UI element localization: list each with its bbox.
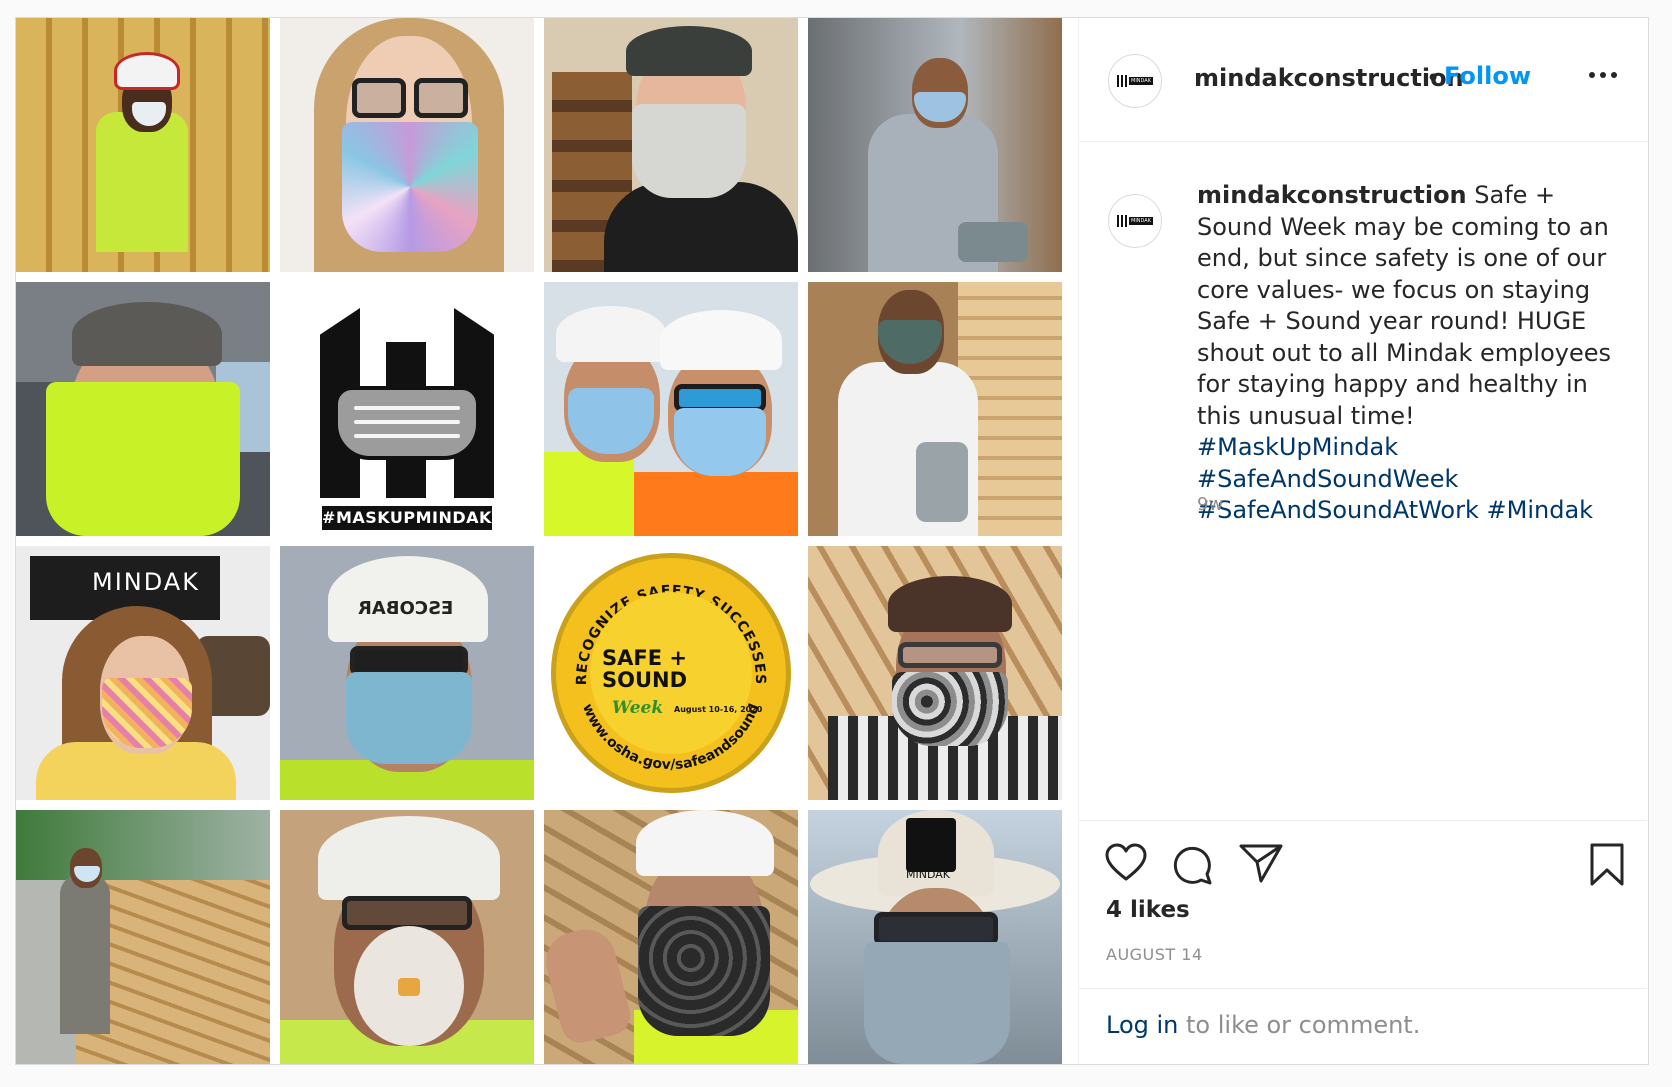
likes-count[interactable]: 4 likes: [1106, 897, 1190, 923]
photo-worker-cowboy-hat: MINDAK: [808, 810, 1062, 1064]
hashtag-link[interactable]: #MaskUpMindak: [1197, 433, 1398, 461]
photo-two-workers-hardhats: [544, 282, 798, 536]
post-image-collage[interactable]: #MASKUPMINDAK MINDAK ESCOBAR RECOGNIZE S…: [16, 18, 1078, 1064]
photo-man-cap-gaiter: [544, 18, 798, 272]
photo-worker-escobar-hardhat: ESCOBAR: [280, 546, 534, 800]
photo-worker-bandana-shaka: [544, 810, 798, 1064]
photo-worker-building-frame: [16, 810, 270, 1064]
caption-timestamp[interactable]: 9w: [1197, 494, 1223, 515]
login-link[interactable]: Log in: [1106, 1011, 1178, 1039]
hashtag-link[interactable]: #SafeAndSoundWeek: [1197, 465, 1458, 493]
photo-worker-suspenders: [808, 282, 1062, 536]
bookmark-icon[interactable]: [1589, 843, 1625, 891]
post-actions: 4 likes AUGUST 14: [1079, 820, 1647, 988]
header-username[interactable]: mindakconstruction: [1194, 64, 1464, 92]
hat-brand-text: MINDAK: [906, 868, 950, 881]
more-options-icon[interactable]: [1589, 72, 1617, 78]
caption-username[interactable]: mindakconstruction: [1197, 181, 1467, 209]
logo-face-mask: [334, 386, 480, 460]
post-date[interactable]: AUGUST 14: [1106, 945, 1203, 964]
hashtag-link[interactable]: #SafeAndSoundAtWork: [1197, 496, 1479, 524]
caption-avatar-logo-text: MINDAK: [1129, 217, 1153, 225]
hashtag-link[interactable]: #Mindak: [1487, 496, 1594, 524]
caption-section: MINDAK mindakconstruction Safe + Sound W…: [1079, 142, 1647, 820]
photo-worker-hardhat-vest: [16, 18, 270, 272]
post-header: MINDAK mindakconstruction • Follow: [1079, 18, 1648, 142]
office-sign-text: MINDAK: [92, 568, 200, 596]
photo-man-camo-gaiter: [808, 546, 1062, 800]
badge-dates: August 10-16, 2020: [674, 705, 763, 714]
post-side-panel: MINDAK mindakconstruction • Follow MINDA…: [1078, 18, 1648, 1064]
caption-text: mindakconstruction Safe + Sound Week may…: [1197, 180, 1617, 527]
badge-week: Week: [612, 698, 664, 718]
photo-man-neon-gaiter: [16, 282, 270, 536]
profile-avatar[interactable]: MINDAK: [1108, 54, 1162, 108]
caption-avatar[interactable]: MINDAK: [1108, 194, 1162, 248]
photo-woman-office-mindak-sign: MINDAK: [16, 546, 270, 800]
maskupmindak-tag: #MASKUPMINDAK: [322, 506, 492, 530]
hardhat-name-text: ESCOBAR: [358, 598, 454, 619]
comment-icon[interactable]: [1171, 843, 1213, 889]
login-prompt-text: to like or comment.: [1178, 1011, 1421, 1039]
mindak-mask-logo: #MASKUPMINDAK: [280, 282, 534, 536]
heart-icon[interactable]: [1105, 843, 1147, 887]
photo-worker-nailgun: [808, 18, 1062, 272]
caption-body: Safe + Sound Week may be coming to an en…: [1197, 181, 1611, 430]
photo-worker-n95-mask: [280, 810, 534, 1064]
login-prompt: Log in to like or comment.: [1079, 988, 1647, 1064]
follow-button[interactable]: Follow: [1444, 62, 1531, 90]
photo-woman-floral-mask: [280, 18, 534, 272]
share-icon[interactable]: [1239, 843, 1283, 887]
header-separator: •: [1426, 64, 1441, 92]
avatar-logo-text: MINDAK: [1129, 77, 1153, 85]
post-card: #MASKUPMINDAK MINDAK ESCOBAR RECOGNIZE S…: [15, 17, 1649, 1065]
badge-title: SAFE + SOUND: [602, 646, 688, 692]
safe-sound-week-badge: RECOGNIZE SAFETY SUCCESSES www.osha.gov/…: [544, 546, 798, 800]
